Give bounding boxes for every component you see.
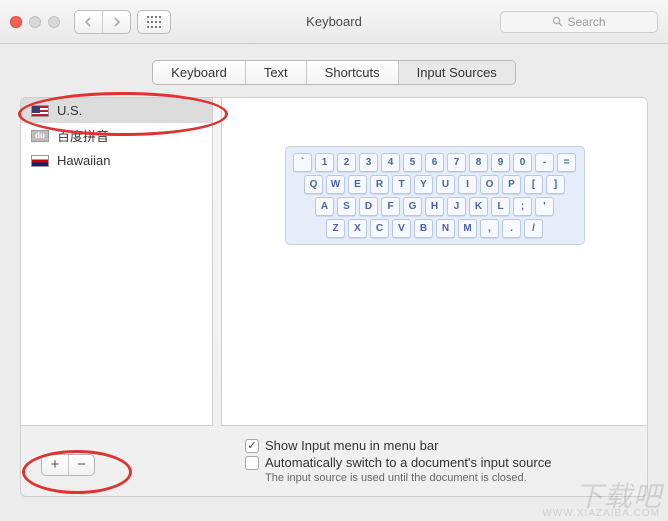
key: 0 [513,153,532,172]
key: H [425,197,444,216]
show-all-button[interactable] [137,10,171,34]
key: R [370,175,389,194]
options: ✓ Show Input menu in menu bar Automatica… [245,438,625,484]
key: U [436,175,455,194]
key: 3 [359,153,378,172]
key: S [337,197,356,216]
key: 5 [403,153,422,172]
key: P [502,175,521,194]
forward-button[interactable] [102,11,130,33]
key: B [414,219,433,238]
add-remove-group[interactable]: + − [41,454,95,476]
source-label: Hawaiian [57,153,110,168]
key: Z [326,219,345,238]
flag-icon: du [31,130,49,142]
source-item[interactable]: Hawaiian [21,148,212,173]
flag-icon [31,105,49,117]
option-label: Show Input menu in menu bar [265,438,438,453]
key: V [392,219,411,238]
key: X [348,219,367,238]
tab-shortcuts[interactable]: Shortcuts [306,61,398,84]
search-placeholder: Search [567,15,605,29]
key: T [392,175,411,194]
key: C [370,219,389,238]
key: = [557,153,576,172]
keyboard-preview-pane: `1234567890-= QWERTYUIOP[] ASDFGHJKL;' ZXCV… [221,98,647,426]
flag-icon [31,155,49,167]
key: 9 [491,153,510,172]
key: J [447,197,466,216]
source-item[interactable]: U.S. [21,98,212,123]
key: 2 [337,153,356,172]
key: 8 [469,153,488,172]
key: 7 [447,153,466,172]
key: K [469,197,488,216]
key: Q [304,175,323,194]
source-item[interactable]: du 百度拼音 [21,123,212,148]
key: L [491,197,510,216]
source-label: U.S. [57,103,82,118]
key: , [480,219,499,238]
key: D [359,197,378,216]
minimize-icon [29,16,41,28]
zoom-icon [48,16,60,28]
tabs-row: KeyboardTextShortcutsInput Sources [0,44,668,97]
search-icon [552,16,563,27]
auto-switch-checkbox[interactable]: Automatically switch to a document's inp… [245,455,625,470]
key: A [315,197,334,216]
key: M [458,219,477,238]
remove-button[interactable]: − [68,455,94,475]
option-hint: The input source is used until the docum… [265,472,625,484]
tab-keyboard[interactable]: Keyboard [153,61,245,84]
tabs[interactable]: KeyboardTextShortcutsInput Sources [152,60,516,85]
key: Y [414,175,433,194]
key: F [381,197,400,216]
grid-icon[interactable] [138,11,170,33]
key: 1 [315,153,334,172]
nav-back-forward[interactable] [74,10,131,34]
checkbox-icon: ✓ [245,439,259,453]
key: G [403,197,422,216]
key: / [524,219,543,238]
sources-list: U.S. du 百度拼音 Hawaiian [21,98,213,426]
key: ; [513,197,532,216]
key: - [535,153,554,172]
key: ` [293,153,312,172]
key: O [480,175,499,194]
key: ] [546,175,565,194]
watermark-url: WWW.XIAZAIBA.COM [542,508,660,519]
option-label: Automatically switch to a document's inp… [265,455,551,470]
search-input[interactable]: Search [500,11,658,33]
key: . [502,219,521,238]
input-sources-panel: U.S. du 百度拼音 Hawaiian `1234567890-= QWERTYUI… [20,97,648,497]
back-button[interactable] [75,11,102,33]
tab-text[interactable]: Text [245,61,306,84]
key: 6 [425,153,444,172]
window-toolbar: Keyboard Search [0,0,668,44]
key: I [458,175,477,194]
add-button[interactable]: + [42,455,68,475]
checkbox-icon [245,456,259,470]
key: W [326,175,345,194]
tab-input-sources[interactable]: Input Sources [398,61,515,84]
key: N [436,219,455,238]
key: [ [524,175,543,194]
source-label: 百度拼音 [57,126,109,145]
keyboard-preview: `1234567890-= QWERTYUIOP[] ASDFGHJKL;' ZXCV… [285,146,585,245]
traffic-lights [10,16,60,28]
key: 4 [381,153,400,172]
show-input-menu-checkbox[interactable]: ✓ Show Input menu in menu bar [245,438,625,453]
key: ' [535,197,554,216]
close-icon[interactable] [10,16,22,28]
key: E [348,175,367,194]
